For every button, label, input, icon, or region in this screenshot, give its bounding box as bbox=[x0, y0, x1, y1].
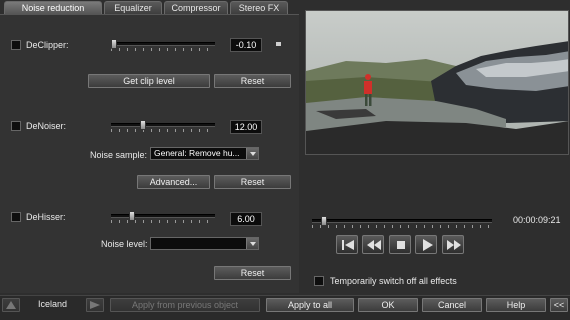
arrow-up-icon bbox=[6, 301, 16, 309]
help-button[interactable]: Help bbox=[486, 298, 546, 312]
dehisser-reset-button[interactable]: Reset bbox=[214, 266, 291, 280]
apply-from-previous-button[interactable]: Apply from previous object bbox=[110, 298, 260, 312]
denoiser-reset-button[interactable]: Reset bbox=[214, 175, 291, 189]
bypass-effects-label: Temporarily switch off all effects bbox=[330, 276, 457, 286]
noise-sample-select[interactable]: General: Remove hu... bbox=[150, 147, 259, 160]
dehisser-slider-thumb[interactable] bbox=[128, 211, 135, 221]
declipper-slider-ticks bbox=[111, 48, 215, 51]
noise-sample-value: General: Remove hu... bbox=[154, 148, 240, 158]
declipper-reset-button[interactable]: Reset bbox=[214, 74, 291, 88]
denoiser-checkbox[interactable] bbox=[11, 121, 21, 131]
skip-start-icon bbox=[342, 240, 354, 250]
tab-equalizer[interactable]: Equalizer bbox=[104, 1, 162, 14]
timeline-scrubber[interactable] bbox=[312, 219, 492, 223]
declipper-value[interactable]: -0.10 bbox=[230, 38, 262, 52]
declipper-label: DeClipper: bbox=[26, 40, 69, 50]
chevron-down-icon bbox=[246, 238, 258, 249]
dehisser-slider-ticks bbox=[111, 220, 215, 223]
timeline-playhead[interactable] bbox=[320, 216, 327, 226]
dehisser-value[interactable]: 6.00 bbox=[230, 212, 262, 226]
declipper-slider[interactable] bbox=[111, 42, 215, 46]
timeline-ticks bbox=[312, 225, 492, 228]
declipper-checkbox[interactable] bbox=[11, 40, 21, 50]
noise-sample-label: Noise sample: bbox=[90, 150, 148, 160]
ok-button[interactable]: OK bbox=[358, 298, 418, 312]
stop-icon bbox=[397, 241, 405, 249]
denoiser-slider-ticks bbox=[111, 129, 215, 132]
noise-level-label: Noise level: bbox=[101, 239, 148, 249]
landscape-image bbox=[306, 11, 568, 154]
timecode-display: 00:00:09:21 bbox=[513, 215, 561, 225]
arrow-right-icon bbox=[90, 301, 100, 309]
cancel-button[interactable]: Cancel bbox=[422, 298, 482, 312]
denoiser-label: DeNoiser: bbox=[26, 121, 67, 131]
rewind-button[interactable] bbox=[362, 235, 384, 254]
fast-forward-button[interactable] bbox=[442, 235, 464, 254]
tab-stereo-fx[interactable]: Stereo FX bbox=[230, 1, 288, 14]
fast-forward-icon bbox=[447, 240, 461, 250]
rewind-icon bbox=[367, 240, 381, 250]
denoiser-slider-thumb[interactable] bbox=[140, 120, 147, 130]
previous-object-button[interactable] bbox=[2, 298, 20, 312]
dehisser-label: DeHisser: bbox=[26, 212, 66, 222]
bypass-effects-checkbox[interactable] bbox=[314, 276, 324, 286]
tab-noise-reduction[interactable]: Noise reduction bbox=[4, 1, 102, 14]
object-name: Iceland bbox=[38, 299, 68, 309]
dehisser-checkbox[interactable] bbox=[11, 212, 21, 222]
denoiser-value[interactable]: 12.00 bbox=[230, 120, 262, 134]
clip-indicator bbox=[276, 42, 281, 46]
video-preview bbox=[305, 10, 569, 155]
denoiser-slider[interactable] bbox=[111, 123, 215, 127]
noise-level-select[interactable] bbox=[150, 237, 259, 250]
chevron-down-icon bbox=[246, 148, 258, 159]
advanced-button[interactable]: Advanced... bbox=[137, 175, 210, 189]
apply-to-all-button[interactable]: Apply to all bbox=[266, 298, 354, 312]
get-clip-level-button[interactable]: Get clip level bbox=[88, 74, 210, 88]
next-object-button[interactable] bbox=[86, 298, 104, 312]
skip-start-button[interactable] bbox=[336, 235, 358, 254]
play-button[interactable] bbox=[415, 235, 437, 254]
play-icon bbox=[423, 239, 433, 251]
declipper-slider-thumb[interactable] bbox=[111, 39, 117, 49]
dehisser-slider[interactable] bbox=[111, 214, 215, 218]
stop-button[interactable] bbox=[389, 235, 411, 254]
collapse-button[interactable]: << bbox=[550, 298, 568, 312]
tab-compressor[interactable]: Compressor bbox=[164, 1, 228, 14]
